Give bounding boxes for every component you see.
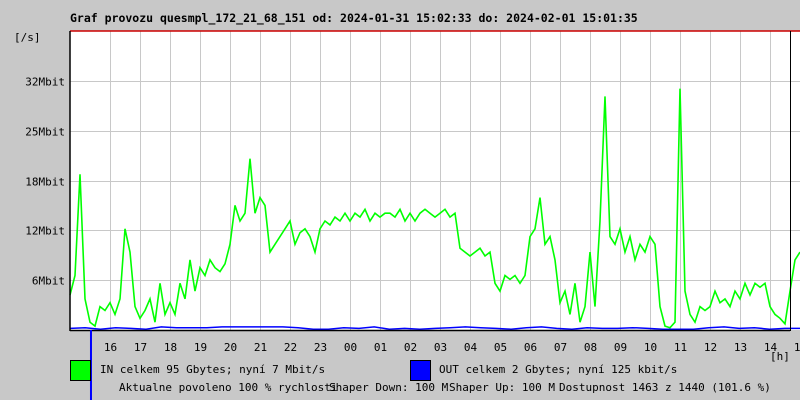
x-tick-label: 20 (224, 341, 237, 354)
y-tick-label: 18Mbit (25, 176, 65, 189)
x-tick-label: 19 (194, 341, 207, 354)
x-tick-label: 01 (374, 341, 387, 354)
y-tick-label: 32Mbit (25, 76, 65, 89)
x-tick-label: 07 (554, 341, 567, 354)
availability-text: Dostupnost 1463 z 1440 (101.6 %) (559, 381, 771, 394)
x-tick-label: 12 (704, 341, 717, 354)
x-tick-label: 11 (674, 341, 687, 354)
x-tick-label: 13 (734, 341, 747, 354)
legend-out-swatch (410, 360, 431, 381)
chart-title: Graf provozu quesmpl_172_21_68_151 od: 2… (70, 11, 638, 26)
x-tick-label: 16 (104, 341, 117, 354)
shaper-up-text: Shaper Up: 100 M (449, 381, 555, 394)
y-axis-label: [/s] (14, 31, 41, 44)
x-tick-label: 22 (284, 341, 297, 354)
x-tick-label: 10 (644, 341, 657, 354)
x-tick-label: 08 (584, 341, 597, 354)
x-tick-label: 05 (494, 341, 507, 354)
allowed-speed-text: Aktualne povoleno 100 % rychlosti (119, 381, 338, 394)
traffic-chart: Graf provozu quesmpl_172_21_68_151 od: 2… (0, 0, 800, 400)
x-tick-label: 00 (344, 341, 357, 354)
y-tick-label: 12Mbit (25, 225, 65, 238)
legend-in-text: IN celkem 95 Gbytes; nyní 7 Mbit/s (100, 363, 325, 376)
legend-out-text: OUT celkem 2 Gbytes; nyní 125 kbit/s (439, 363, 677, 376)
x-tick-label: 18 (164, 341, 177, 354)
y-tick-label: 25Mbit (25, 126, 65, 139)
y-tick-label: 6Mbit (32, 275, 65, 288)
x-tick-label: 15 (794, 341, 800, 354)
x-tick-label: 06 (524, 341, 537, 354)
x-tick-label: 04 (464, 341, 478, 354)
x-tick-label: 03 (434, 341, 447, 354)
x-tick-label: 23 (314, 341, 327, 354)
x-axis-label: [h] (770, 350, 790, 363)
legend-in-swatch (70, 360, 91, 381)
x-tick-label: 09 (614, 341, 627, 354)
x-tick-label: 17 (134, 341, 147, 354)
shaper-down-text: Shaper Down: 100 M (329, 381, 449, 394)
x-tick-label: 02 (404, 341, 417, 354)
x-tick-label: 21 (254, 341, 267, 354)
